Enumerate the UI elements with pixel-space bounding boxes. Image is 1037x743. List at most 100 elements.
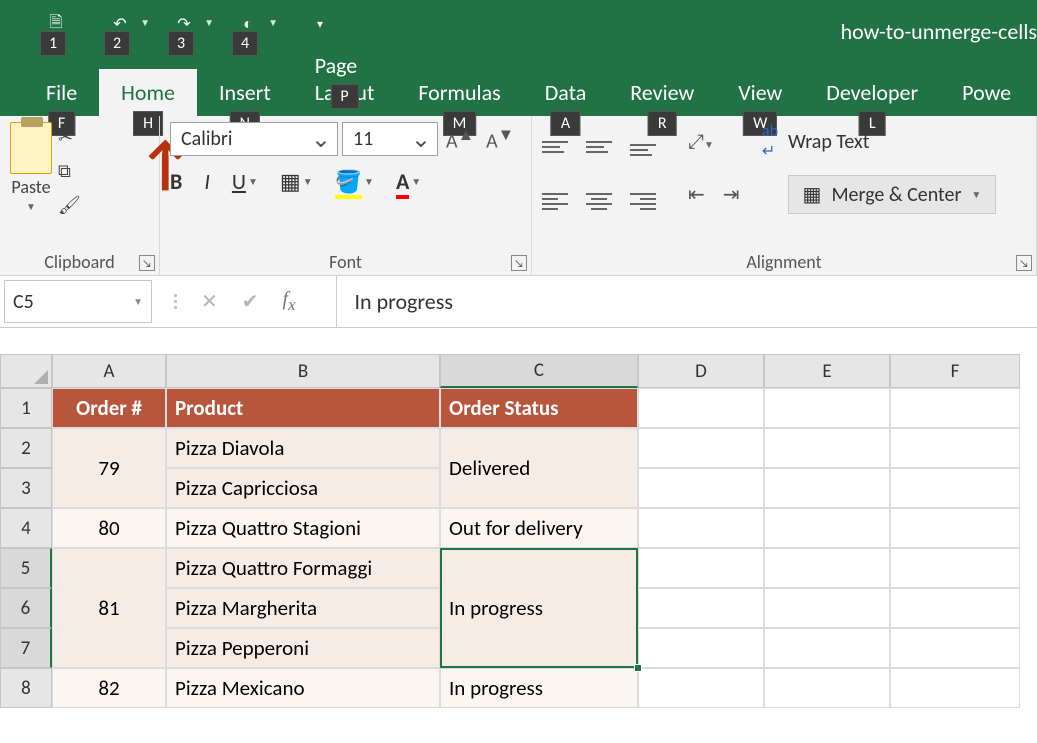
col-header-E[interactable]: E (764, 354, 890, 388)
paste-button[interactable]: Paste ▼ (10, 122, 52, 213)
name-box[interactable]: C5 ▼ (4, 280, 152, 323)
cell[interactable] (890, 428, 1020, 468)
cell[interactable]: Pizza Quattro Stagioni (166, 508, 440, 548)
row-header[interactable]: 3 (0, 468, 52, 508)
select-all-corner[interactable] (0, 354, 52, 388)
tab-insert[interactable]: InsertN (197, 69, 293, 116)
cut-button[interactable]: ✂ (58, 126, 81, 148)
cell[interactable]: Pizza Diavola (166, 428, 440, 468)
dialog-launcher-icon[interactable]: ↘ (511, 255, 527, 271)
chevron-down-icon[interactable]: ▼ (204, 16, 214, 29)
cell[interactable] (890, 388, 1020, 428)
cell[interactable]: Order # (52, 388, 166, 428)
cell[interactable] (890, 468, 1020, 508)
cell-merged[interactable]: Delivered (440, 428, 638, 508)
cell[interactable] (638, 388, 764, 428)
qat-touch-button[interactable]: ◐ ▼ 4 (230, 10, 266, 38)
worksheet-grid[interactable]: A B C D E F 1 Order # Product Order Stat… (0, 354, 1037, 708)
row-header[interactable]: 8 (0, 668, 52, 708)
qat-save-button[interactable]: 🗎 1 (38, 10, 74, 38)
row-header[interactable]: 7 (0, 628, 52, 668)
cell[interactable] (890, 628, 1020, 668)
cell[interactable] (890, 588, 1020, 628)
cell[interactable] (890, 668, 1020, 708)
tab-file[interactable]: FileF (24, 69, 99, 116)
chevron-down-icon[interactable]: ▼ (140, 16, 150, 29)
decrease-indent-button[interactable]: ⇤ (688, 182, 705, 207)
cell[interactable] (638, 428, 764, 468)
wrap-text-button[interactable]: ab↵ Wrap Text (762, 122, 870, 161)
align-top-button[interactable] (542, 125, 568, 158)
cell[interactable]: Out for delivery (440, 508, 638, 548)
align-left-button[interactable] (542, 177, 568, 213)
chevron-down-icon[interactable]: ▼ (268, 16, 278, 29)
align-right-button[interactable] (630, 177, 656, 213)
insert-function-button[interactable]: fx (283, 288, 296, 315)
cell[interactable] (638, 588, 764, 628)
cell-merged[interactable]: 81 (52, 548, 166, 668)
merge-center-button[interactable]: ▦ Merge & Center ▼ (788, 175, 997, 214)
row-header[interactable]: 6 (0, 588, 52, 628)
cell[interactable] (764, 548, 890, 588)
tab-developer[interactable]: DeveloperL (804, 69, 940, 116)
decrease-font-button[interactable]: A▼ (482, 125, 518, 154)
cell[interactable]: Product (166, 388, 440, 428)
cell[interactable] (764, 508, 890, 548)
chevron-down-icon[interactable]: ▼ (971, 188, 981, 201)
format-painter-button[interactable]: 🖌 (58, 194, 81, 216)
cell-merged[interactable]: 79 (52, 428, 166, 508)
cell[interactable] (890, 508, 1020, 548)
cell[interactable] (638, 668, 764, 708)
col-header-F[interactable]: F (890, 354, 1020, 388)
cancel-formula-button[interactable]: ✕ (201, 289, 218, 314)
cell[interactable] (764, 588, 890, 628)
tab-page-layout[interactable]: Page LayoutP (293, 42, 397, 116)
cell-merged-selected[interactable]: In progress (440, 548, 638, 668)
col-header-A[interactable]: A (52, 354, 166, 388)
cell[interactable] (764, 468, 890, 508)
bold-button[interactable]: B (170, 168, 182, 195)
cell[interactable]: Pizza Pepperoni (166, 628, 440, 668)
fill-handle[interactable] (634, 664, 642, 672)
italic-button[interactable]: I (204, 168, 210, 195)
tab-data[interactable]: DataA (523, 69, 609, 116)
qat-redo-button[interactable]: ↷ ▼ 3 (166, 10, 202, 38)
cell[interactable]: Pizza Capricciosa (166, 468, 440, 508)
tab-home[interactable]: HomeH (99, 69, 197, 116)
cell[interactable]: 82 (52, 668, 166, 708)
cell[interactable] (638, 508, 764, 548)
col-header-B[interactable]: B (166, 354, 440, 388)
row-header[interactable]: 1 (0, 388, 52, 428)
cell[interactable]: In progress (440, 668, 638, 708)
orientation-button[interactable]: ⤢▼ (688, 130, 714, 154)
row-header[interactable]: 2 (0, 428, 52, 468)
increase-font-button[interactable]: A▲ (442, 125, 478, 154)
cell[interactable] (764, 628, 890, 668)
cell[interactable] (764, 668, 890, 708)
tab-formulas[interactable]: FormulasM (396, 69, 522, 116)
col-header-C[interactable]: C (440, 354, 638, 388)
copy-button[interactable]: ⧉ (58, 160, 81, 182)
col-header-D[interactable]: D (638, 354, 764, 388)
cell[interactable] (638, 628, 764, 668)
chevron-down-icon[interactable]: ▼ (26, 200, 36, 213)
cell[interactable]: Pizza Margherita (166, 588, 440, 628)
cell[interactable]: 80 (52, 508, 166, 548)
cell[interactable] (764, 388, 890, 428)
row-header[interactable]: 4 (0, 508, 52, 548)
dialog-launcher-icon[interactable]: ↘ (139, 255, 155, 271)
cell[interactable] (890, 548, 1020, 588)
align-center-button[interactable] (586, 177, 612, 213)
tab-view[interactable]: ViewW (716, 69, 804, 116)
cell[interactable] (638, 468, 764, 508)
tab-review[interactable]: ReviewR (608, 69, 716, 116)
underline-button[interactable]: U▼ (232, 168, 258, 195)
dialog-launcher-icon[interactable]: ↘ (1016, 255, 1032, 271)
tab-power[interactable]: Powe (940, 69, 1033, 116)
cell[interactable] (764, 428, 890, 468)
borders-button[interactable]: ▦▼ (280, 168, 313, 195)
formula-bar-input[interactable]: In progress (336, 276, 1037, 327)
font-name-combo[interactable]: Calibri ⌄ (170, 122, 338, 156)
qat-undo-button[interactable]: ↶ ▼ 2 (102, 10, 138, 38)
qat-customize-button[interactable]: ▾ (302, 10, 338, 38)
